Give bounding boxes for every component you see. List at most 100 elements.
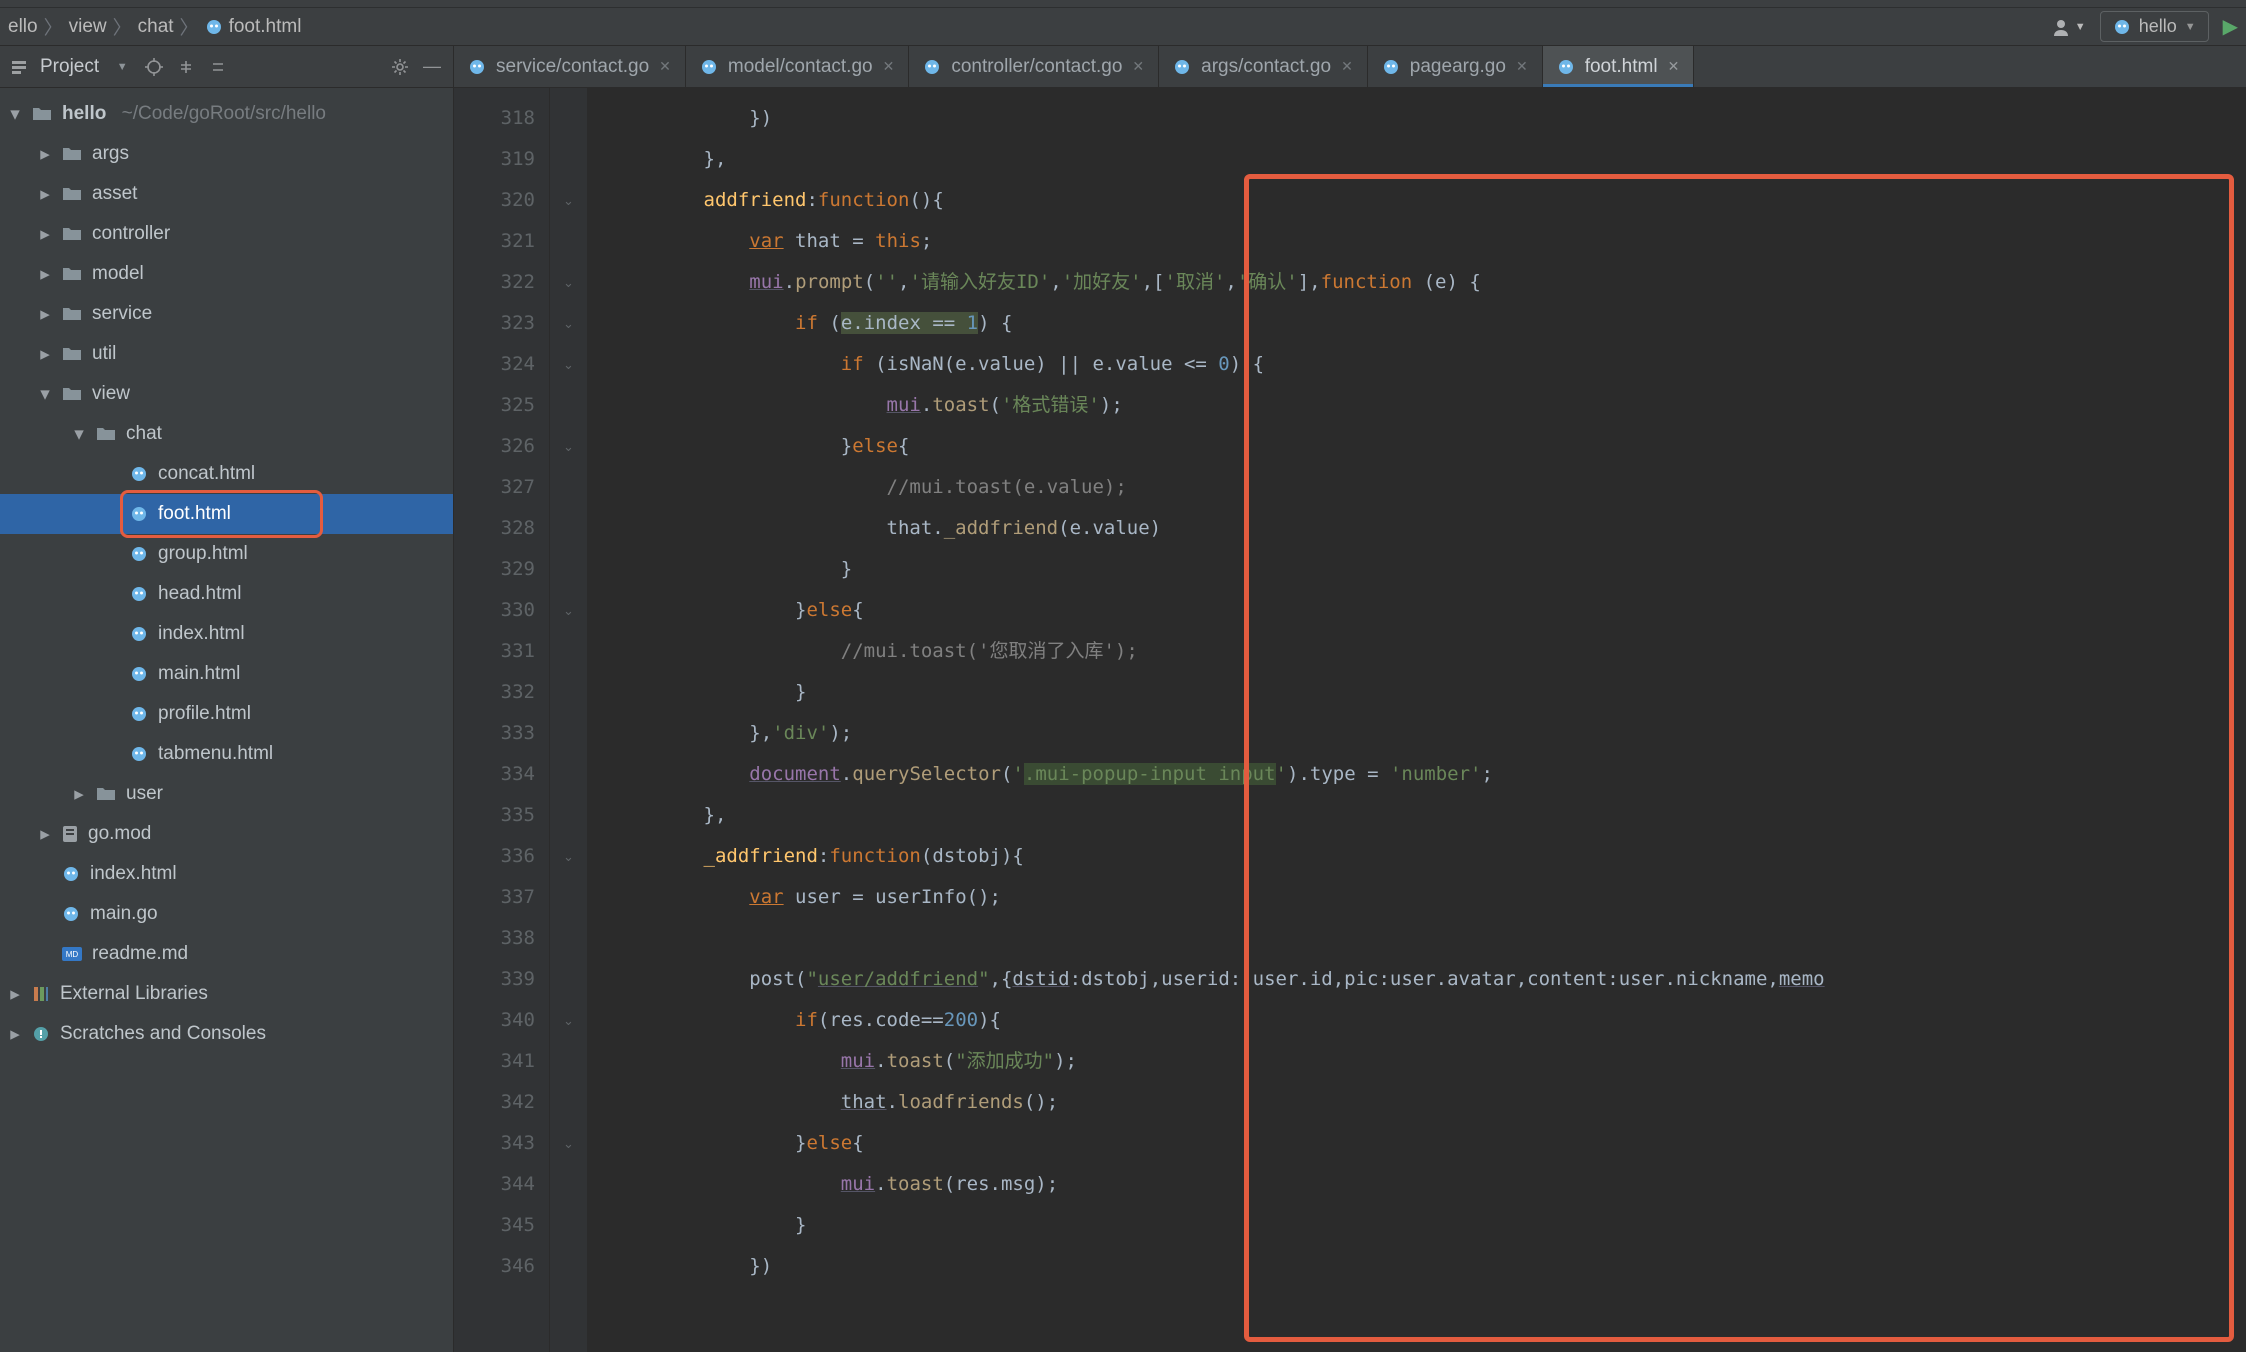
line-number[interactable]: 329 <box>454 549 535 590</box>
line-number[interactable]: 339 <box>454 959 535 1000</box>
tree-row[interactable]: ▾view <box>0 374 453 414</box>
fold-marker[interactable] <box>550 1164 587 1205</box>
line-number[interactable]: 323 <box>454 303 535 344</box>
tree-row[interactable]: ▸Scratches and Consoles <box>0 1014 453 1054</box>
fold-marker[interactable]: ⌄ <box>550 180 587 221</box>
fold-marker[interactable]: ⌄ <box>550 590 587 631</box>
run-configuration-selector[interactable]: hello ▼ <box>2100 11 2209 42</box>
tree-twisty-icon[interactable]: ▸ <box>38 303 52 326</box>
fold-marker[interactable]: ⌄ <box>550 262 587 303</box>
fold-gutter[interactable]: ⌄⌄⌄⌄⌄⌄⌄⌄⌄ <box>550 88 588 1352</box>
line-number[interactable]: 319 <box>454 139 535 180</box>
tree-row[interactable]: ▾hello ~/Code/goRoot/src/hello <box>0 94 453 134</box>
line-number[interactable]: 337 <box>454 877 535 918</box>
breadcrumb-item[interactable]: ello <box>8 16 38 38</box>
line-number[interactable]: 335 <box>454 795 535 836</box>
fold-marker[interactable] <box>550 672 587 713</box>
code-line[interactable]: that._addfriend(e.value) <box>612 508 2246 549</box>
tree-row[interactable]: ▸controller <box>0 214 453 254</box>
code-line[interactable]: }, <box>612 795 2246 836</box>
code-line[interactable]: //mui.toast(e.value); <box>612 467 2246 508</box>
code-line[interactable] <box>612 918 2246 959</box>
line-number-gutter[interactable]: 3183193203213223233243253263273283293303… <box>454 88 550 1352</box>
fold-marker[interactable] <box>550 549 587 590</box>
line-number[interactable]: 342 <box>454 1082 535 1123</box>
fold-marker[interactable] <box>550 877 587 918</box>
tree-row[interactable]: MDreadme.md <box>0 934 453 974</box>
line-number[interactable]: 322 <box>454 262 535 303</box>
code-line[interactable]: }else{ <box>612 1123 2246 1164</box>
fold-marker[interactable] <box>550 98 587 139</box>
tree-row[interactable]: concat.html <box>0 454 453 494</box>
code-line[interactable]: }) <box>612 98 2246 139</box>
breadcrumb-item[interactable]: chat <box>138 16 174 38</box>
code-line[interactable]: mui.toast("添加成功"); <box>612 1041 2246 1082</box>
tree-twisty-icon[interactable]: ▸ <box>38 223 52 246</box>
code-area[interactable]: }) }, addfriend:function(){ var that = t… <box>588 88 2246 1352</box>
tree-row[interactable]: ▸External Libraries <box>0 974 453 1014</box>
tree-twisty-icon[interactable]: ▾ <box>8 103 22 126</box>
code-line[interactable]: _addfriend:function(dstobj){ <box>612 836 2246 877</box>
code-line[interactable]: } <box>612 549 2246 590</box>
line-number[interactable]: 327 <box>454 467 535 508</box>
line-number[interactable]: 344 <box>454 1164 535 1205</box>
line-number[interactable]: 331 <box>454 631 535 672</box>
code-line[interactable]: var that = this; <box>612 221 2246 262</box>
line-number[interactable]: 333 <box>454 713 535 754</box>
code-line[interactable]: } <box>612 672 2246 713</box>
close-icon[interactable]: ✕ <box>1668 58 1680 75</box>
close-icon[interactable]: ✕ <box>659 58 671 75</box>
code-line[interactable]: }, <box>612 139 2246 180</box>
line-number[interactable]: 325 <box>454 385 535 426</box>
code-line[interactable]: } <box>612 1205 2246 1246</box>
fold-marker[interactable] <box>550 1041 587 1082</box>
line-number[interactable]: 330 <box>454 590 535 631</box>
project-header-title[interactable]: Project <box>40 56 99 78</box>
tree-twisty-icon[interactable]: ▸ <box>38 343 52 366</box>
line-number[interactable]: 343 <box>454 1123 535 1164</box>
breadcrumb-item[interactable]: view <box>69 16 107 38</box>
expand-all-icon[interactable] <box>175 56 197 78</box>
line-number[interactable]: 320 <box>454 180 535 221</box>
editor-tab[interactable]: foot.html✕ <box>1543 46 1695 87</box>
project-sidebar[interactable]: ▾hello ~/Code/goRoot/src/hello▸args▸asse… <box>0 88 454 1352</box>
line-number[interactable]: 321 <box>454 221 535 262</box>
tree-twisty-icon[interactable]: ▸ <box>38 263 52 286</box>
editor-tab[interactable]: pagearg.go✕ <box>1368 46 1543 87</box>
chevron-down-icon[interactable]: ▼ <box>111 56 133 78</box>
line-number[interactable]: 334 <box>454 754 535 795</box>
code-line[interactable]: mui.toast('格式错误'); <box>612 385 2246 426</box>
code-line[interactable]: if (e.index == 1) { <box>612 303 2246 344</box>
fold-marker[interactable]: ⌄ <box>550 426 587 467</box>
editor-tab[interactable]: model/contact.go✕ <box>686 46 909 87</box>
code-line[interactable]: if(res.code==200){ <box>612 1000 2246 1041</box>
code-line[interactable]: post("user/addfriend",{dstid:dstobj,user… <box>612 959 2246 1000</box>
tree-row[interactable]: profile.html <box>0 694 453 734</box>
tree-row[interactable]: ▸model <box>0 254 453 294</box>
close-icon[interactable]: ✕ <box>883 58 895 75</box>
fold-marker[interactable] <box>550 508 587 549</box>
tree-row[interactable]: ▸asset <box>0 174 453 214</box>
locate-icon[interactable] <box>143 56 165 78</box>
tree-twisty-icon[interactable]: ▾ <box>72 423 86 446</box>
tree-row[interactable]: main.go <box>0 894 453 934</box>
fold-marker[interactable] <box>550 385 587 426</box>
code-line[interactable]: },'div'); <box>612 713 2246 754</box>
tree-row[interactable]: main.html <box>0 654 453 694</box>
tree-row[interactable]: group.html <box>0 534 453 574</box>
fold-marker[interactable] <box>550 959 587 1000</box>
fold-marker[interactable] <box>550 918 587 959</box>
tree-twisty-icon[interactable]: ▸ <box>8 1023 22 1046</box>
fold-marker[interactable] <box>550 1205 587 1246</box>
fold-marker[interactable]: ⌄ <box>550 1000 587 1041</box>
code-line[interactable]: addfriend:function(){ <box>612 180 2246 221</box>
code-line[interactable]: that.loadfriends(); <box>612 1082 2246 1123</box>
fold-marker[interactable] <box>550 221 587 262</box>
code-line[interactable]: }else{ <box>612 426 2246 467</box>
tree-row[interactable]: ▾chat <box>0 414 453 454</box>
fold-marker[interactable]: ⌄ <box>550 344 587 385</box>
code-line[interactable]: if (isNaN(e.value) || e.value <= 0) { <box>612 344 2246 385</box>
tree-twisty-icon[interactable]: ▾ <box>38 383 52 406</box>
code-editor[interactable]: 3183193203213223233243253263273283293303… <box>454 88 2246 1352</box>
tree-row[interactable]: ▸util <box>0 334 453 374</box>
